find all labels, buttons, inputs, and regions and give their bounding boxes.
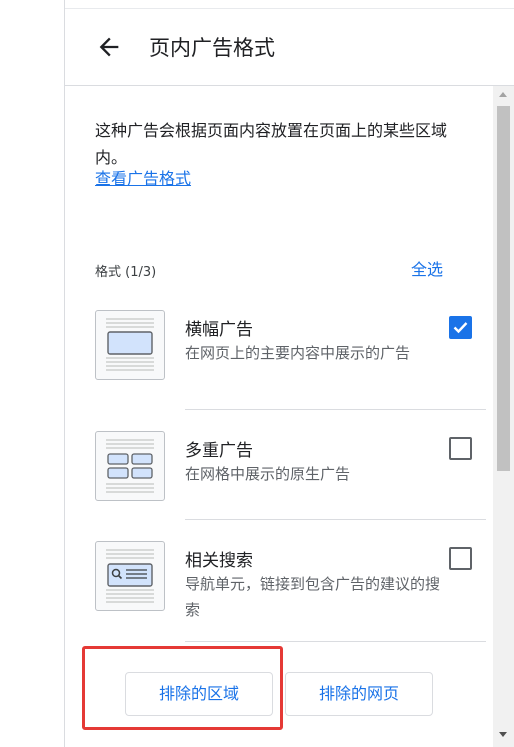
related-search-thumbnail: [95, 541, 165, 611]
banner-ad-checkbox[interactable]: [449, 316, 472, 339]
checkmark-icon: [453, 322, 468, 334]
related-search-description: 导航单元，链接到包含广告的建议的搜索: [185, 575, 441, 619]
banner-ad-title: 横幅广告: [185, 320, 253, 340]
excluded-areas-button[interactable]: 排除的区域: [125, 672, 273, 716]
banner-ad-thumbnail: [95, 310, 165, 380]
divider: [185, 519, 486, 520]
format-description: 这种广告会根据页面内容放置在页面上的某些区域内。: [95, 121, 448, 167]
select-all-button[interactable]: 全选: [411, 256, 443, 280]
view-ad-formats-link[interactable]: 查看广告格式: [95, 165, 191, 189]
scroll-down-arrow-icon[interactable]: [499, 732, 507, 737]
multiplex-ad-description: 在网格中展示的原生广告: [185, 465, 351, 483]
formats-count-label: 格式 (1/3): [95, 265, 157, 280]
back-arrow-icon[interactable]: [95, 33, 123, 61]
divider: [185, 409, 486, 410]
panel-header: 页内广告格式: [65, 9, 514, 86]
excluded-pages-button[interactable]: 排除的网页: [285, 672, 433, 716]
divider: [185, 641, 486, 642]
left-page-area: [0, 0, 65, 747]
vertical-scrollbar[interactable]: [493, 86, 514, 747]
multiplex-ad-thumbnail: [95, 431, 165, 501]
scrollbar-thumb[interactable]: [497, 106, 510, 471]
related-search-title: 相关搜索: [185, 551, 253, 571]
panel-title: 页内广告格式: [149, 36, 275, 60]
ad-format-panel: 页内广告格式 这种广告会根据页面内容放置在页面上的某些区域内。 查看广告格式 格…: [65, 9, 514, 747]
scroll-up-arrow-icon[interactable]: [499, 92, 507, 97]
related-search-checkbox[interactable]: [449, 547, 472, 570]
multiplex-ad-checkbox[interactable]: [449, 437, 472, 460]
multiplex-ad-title: 多重广告: [185, 441, 253, 461]
banner-ad-description: 在网页上的主要内容中展示的广告: [185, 344, 411, 362]
